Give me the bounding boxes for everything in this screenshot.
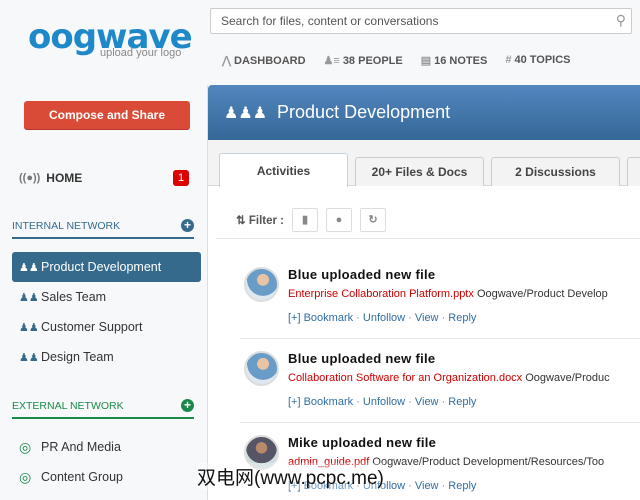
globe-icon: ◎ [19, 468, 32, 485]
avatar[interactable] [244, 351, 279, 386]
bookmark-link[interactable]: [+] Bookmark [288, 396, 353, 408]
item-label: Design Team [41, 350, 114, 364]
tab-activities[interactable]: Activities [219, 153, 348, 187]
sidebar-item-pr-and-media[interactable]: ◎ PR And Media [12, 432, 201, 462]
people-icon: ♟≡ [323, 55, 340, 67]
reply-link[interactable]: Reply [448, 312, 476, 324]
sidebar-item-content-group[interactable]: ◎ Content Group [12, 462, 201, 492]
file-link[interactable]: Collaboration Software for an Organizati… [288, 372, 522, 384]
feed-detail: Enterprise Collaboration Platform.pptx O… [288, 288, 640, 301]
item-label: Product Development [41, 260, 162, 274]
divider [240, 422, 640, 423]
unfollow-link[interactable]: Unfollow [363, 312, 405, 324]
refresh-icon[interactable]: ↻ [359, 208, 386, 232]
feed-detail: Collaboration Software for an Organizati… [288, 372, 640, 385]
filter-text: Filter : [248, 215, 284, 227]
section-title: EXTERNAL NETWORK [12, 399, 124, 412]
bookmark-filter-icon[interactable]: ▮ [291, 208, 318, 232]
compose-button[interactable]: Compose and Share [24, 101, 190, 130]
notes-icon: ▤ [420, 55, 432, 67]
nav-notes[interactable]: ▤ 16 NOTES [421, 54, 488, 67]
item-label: PR And Media [41, 440, 121, 454]
divider [240, 338, 640, 339]
sort-icon: ⇅ [236, 215, 246, 227]
unfollow-link[interactable]: Unfollow [363, 396, 405, 408]
separator: · [438, 480, 449, 492]
divider [216, 238, 640, 239]
filter-label: ⇅ Filter : [236, 213, 284, 227]
reply-link[interactable]: Reply [448, 396, 476, 408]
main-panel: ♟♟♟ Product Development Activities 20+ Fi… [207, 85, 640, 500]
internal-network-header: INTERNAL NETWORK + [12, 219, 194, 239]
tab-discussions[interactable]: 2 Discussions [491, 157, 620, 186]
nav-label: DASHBOARD [234, 55, 306, 67]
separator: · [405, 312, 415, 324]
sidebar-item-sales-team[interactable]: ♟♟ Sales Team [12, 282, 201, 312]
feed-title: Blue uploaded new file [288, 351, 436, 366]
file-path: Oogwave/Product Develop [476, 288, 608, 300]
section-title: INTERNAL NETWORK [12, 219, 121, 232]
page-title: Product Development [277, 102, 451, 122]
group-icon: ♟♟ [19, 321, 39, 334]
bookmark-link[interactable]: [+] Bookmark [288, 312, 353, 324]
search-input[interactable] [211, 9, 601, 33]
item-label: Sales Team [41, 290, 107, 304]
separator: · [353, 396, 363, 408]
filter-bar: ⇅ Filter : ▮ ● ↻ [236, 208, 386, 232]
sidebar-item-product-development[interactable]: ♟♟ Product Development [12, 252, 201, 282]
view-link[interactable]: View [415, 396, 439, 408]
separator: · [353, 312, 363, 324]
chart-icon: ⋀ [222, 55, 232, 67]
group-icon: ♟♟ [19, 291, 39, 304]
home-label: HOME [46, 171, 83, 185]
sidebar-item-home[interactable]: ((●)) HOME 1 [19, 170, 189, 186]
dot-filter-icon[interactable]: ● [325, 208, 352, 232]
search-box: ⚲ [210, 8, 632, 34]
feed-title: Mike uploaded new file [288, 435, 437, 450]
watermark: 双电网(www.pcpc.me) [197, 463, 384, 490]
item-label: Customer Support [41, 320, 143, 334]
logo-tagline: upload your logo [100, 47, 182, 59]
feed-title: Blue uploaded new file [288, 267, 436, 282]
hash-icon: # [505, 54, 512, 66]
tab-more[interactable] [627, 157, 640, 186]
sidebar-item-design-team[interactable]: ♟♟ Design Team [12, 342, 201, 372]
sidebar-item-customer-support[interactable]: ♟♟ Customer Support [12, 312, 201, 342]
globe-icon: ◎ [19, 438, 32, 455]
add-external-icon[interactable]: + [181, 399, 194, 412]
separator: · [438, 312, 449, 324]
add-internal-icon[interactable]: + [181, 219, 194, 232]
external-network-header: EXTERNAL NETWORK + [12, 399, 194, 419]
separator: · [405, 480, 415, 492]
group-header: ♟♟♟ Product Development [208, 85, 640, 140]
item-label: Content Group [41, 470, 123, 484]
top-nav: ⋀ DASHBOARD ♟≡ 38 PEOPLE ▤ 16 NOTES #40 TOP… [222, 54, 571, 67]
nav-label: 40 TOPICS [514, 54, 571, 66]
nav-people[interactable]: ♟≡ 38 PEOPLE [324, 54, 403, 67]
avatar[interactable] [244, 267, 279, 302]
group-icon: ♟♟ [19, 261, 39, 274]
reply-link[interactable]: Reply [448, 480, 476, 492]
search-icon[interactable]: ⚲ [616, 12, 626, 29]
nav-dashboard[interactable]: ⋀ DASHBOARD [222, 54, 306, 67]
nav-label: 16 NOTES [434, 55, 488, 67]
separator: · [405, 396, 415, 408]
nav-topics[interactable]: #40 TOPICS [505, 54, 570, 67]
file-link[interactable]: Enterprise Collaboration Platform.pptx [288, 288, 474, 300]
group-icon: ♟♟ [19, 351, 39, 364]
nav-label: 38 PEOPLE [342, 55, 403, 67]
feed-actions: [+] Bookmark · Unfollow · View · Reply [288, 312, 640, 324]
view-link[interactable]: View [415, 480, 439, 492]
feed-actions: [+] Bookmark · Unfollow · View · Reply [288, 396, 640, 408]
broadcast-icon: ((●)) [19, 172, 41, 184]
tab-files-docs[interactable]: 20+ Files & Docs [355, 157, 484, 186]
tab-bar: Activities 20+ Files & Docs 2 Discussion… [208, 140, 640, 187]
view-link[interactable]: View [415, 312, 439, 324]
notification-badge: 1 [173, 170, 189, 186]
file-path: Oogwave/Product Development/Resources/To… [372, 456, 605, 468]
group-icon: ♟♟♟ [224, 104, 268, 122]
file-path: Oogwave/Produc [525, 372, 610, 384]
separator: · [438, 396, 449, 408]
